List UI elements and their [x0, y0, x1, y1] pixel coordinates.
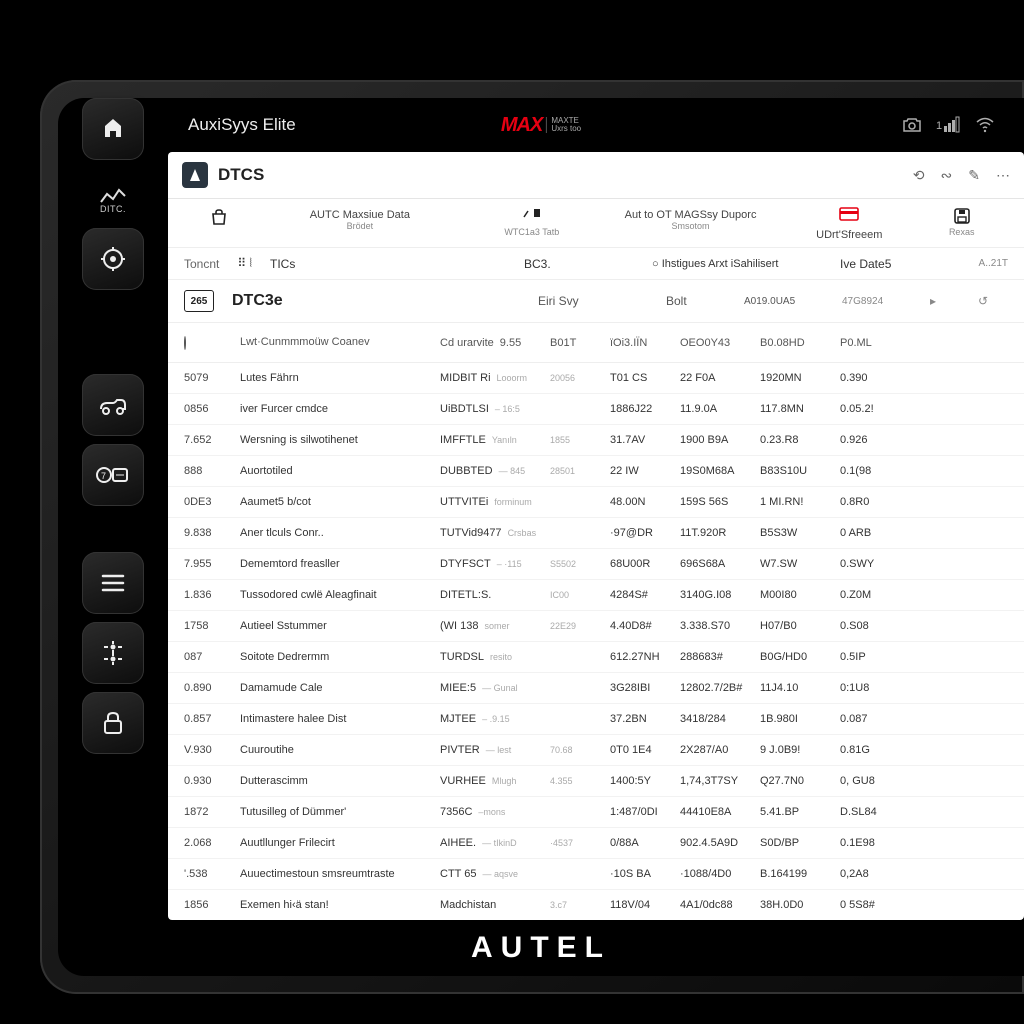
summary-col-2[interactable]: WTC1a3 Tatb: [466, 207, 598, 237]
brand-red-text: MAX: [501, 114, 542, 137]
bag-icon: [209, 207, 229, 227]
wifi-icon: [976, 116, 994, 134]
brand-logo: MAX MAXTEUxrs too: [501, 114, 581, 137]
summary-row: AUTC Maxsiue Data Brödet WTC1a3 Tatb Aut…: [168, 199, 1024, 248]
card-red-icon: [839, 207, 859, 227]
select-all-icon[interactable]: [184, 336, 186, 350]
tool-edit-icon[interactable]: ✎: [968, 167, 980, 184]
save-icon: [953, 207, 971, 227]
bezel: AuxiSyys Elite MAX MAXTEUxrs too 1: [58, 98, 1024, 976]
th-3[interactable]: B01T: [550, 337, 610, 349]
data-table: Lwt·Cunmmmoüw Coanev Cd urarvite9.55 B01…: [168, 323, 1024, 920]
chart-small-icon: [522, 207, 542, 227]
tool-more-icon[interactable]: ⋯: [996, 167, 1010, 184]
summary-col-3[interactable]: Aut to OT MAGSsy Duporc Smsotom: [598, 207, 783, 231]
svg-text:1: 1: [936, 120, 942, 132]
sidebar-vehicle-button[interactable]: [82, 374, 144, 436]
screen: DTCS ⟲ ∾ ✎ ⋯ AUTC Maxsiue: [168, 152, 1024, 920]
th-desc[interactable]: Lwt·Cunmmmoüw Coanev: [240, 336, 440, 348]
sidebar-menu-button[interactable]: [82, 552, 144, 614]
table-row[interactable]: 1872Tutusilleg of Dümmer'7356C–mons1:487…: [168, 797, 1024, 828]
device-frame: AuxiSyys Elite MAX MAXTEUxrs too 1: [40, 80, 1024, 994]
filter-label: Toncnt: [184, 257, 219, 271]
table-row[interactable]: 0DE3Aaumet5 b/cotUTTVITEiforminum48.00N1…: [168, 487, 1024, 518]
header-tools: ⟲ ∾ ✎ ⋯: [913, 167, 1010, 184]
table-row[interactable]: 1.836Tussodored cwlë AleagfinaitDITETL:S…: [168, 580, 1024, 611]
sidebar-dtc-button[interactable]: DITC.: [98, 168, 128, 214]
th-5[interactable]: OEO0Y43: [680, 337, 760, 349]
filter-v2: BC3.: [524, 257, 634, 271]
table-row[interactable]: 087Soitote DedrermmTURDSLresito612.27NH2…: [168, 642, 1024, 673]
summary-col-0[interactable]: [184, 207, 254, 227]
table-row[interactable]: 888AuortotiledDUBBTED— 8452850122 IW19S0…: [168, 456, 1024, 487]
sidebar-settings-button[interactable]: [82, 622, 144, 684]
sidebar-lock-button[interactable]: [82, 692, 144, 754]
summary-col-5[interactable]: Rexas: [915, 207, 1008, 237]
footer-brand: AUTEL: [58, 920, 1024, 976]
section-title: DTC3e: [232, 292, 283, 310]
status-icons: 1: [902, 116, 994, 134]
svg-text:7: 7: [101, 471, 106, 481]
table-row[interactable]: 0856iver Furcer cmdceUiBDTLSI– 16:51886J…: [168, 394, 1024, 425]
top-bar: AuxiSyys Elite MAX MAXTEUxrs too 1: [58, 98, 1024, 152]
signal-icon: 1: [936, 116, 962, 134]
section-header: 265 DTC3e Eiri Svy Bolt A019.0UA5 47G892…: [168, 280, 1024, 323]
table-row[interactable]: 9.838Aner tlculs Conr..TUTVid9477Crsbas·…: [168, 518, 1024, 549]
h4-c6: 47G8924: [842, 296, 912, 307]
h4-c4: Bolt: [666, 294, 726, 308]
tool-link-icon[interactable]: ∾: [941, 167, 953, 184]
table-row[interactable]: 1856Exemen hi‹ä stan!Madchistan3.c7118V/…: [168, 890, 1024, 920]
table-row[interactable]: 0.890Damamude CaleMIEE:5— Gunal3G28IBI12…: [168, 673, 1024, 704]
summary-col-1[interactable]: AUTC Maxsiue Data Brödet: [254, 207, 466, 231]
h4-arrow-2[interactable]: ↺: [978, 294, 1008, 308]
page-icon: [182, 162, 208, 188]
table-row[interactable]: '.538Auuectimestoun smsreumtrasteCTT 65—…: [168, 859, 1024, 890]
table-row[interactable]: 7.652Wersning is silwotihenetIMFFTLEYanı…: [168, 425, 1024, 456]
th-4[interactable]: ïOi3.IÏN: [610, 337, 680, 349]
th-7[interactable]: P0.ML: [840, 337, 906, 349]
summary-col-4[interactable]: UDrt'Sfreeem: [783, 207, 915, 241]
filter-v1[interactable]: TICs: [270, 257, 295, 271]
device-title: AuxiSyys Elite: [188, 115, 296, 135]
table-row[interactable]: 5079Lutes FährnMIDBIT RiLooorm20056T01 C…: [168, 363, 1024, 394]
h4-arrow-1[interactable]: ▸: [930, 294, 960, 308]
filter-row: Toncnt ⠿ ⦚ TICs BC3. ○ Ihstigues Arxt iS…: [168, 248, 1024, 280]
sidebar-counter-button[interactable]: 7: [82, 444, 144, 506]
table-row[interactable]: 0.857Intimastere halee DistMJTEE– .9.153…: [168, 704, 1024, 735]
filter-v0[interactable]: ⠿ ⦚: [237, 256, 252, 271]
sidebar-target-button[interactable]: [82, 228, 144, 290]
tool-refresh-icon[interactable]: ⟲: [913, 167, 925, 184]
h4-c2: Eiri Svy: [538, 294, 648, 308]
filter-v3: ○ Ihstigues Arxt iSahilisert: [652, 258, 822, 270]
table-row[interactable]: 2.068Auutllunger FrilecirtAIHEE.— tIkinD…: [168, 828, 1024, 859]
filter-v5: A..21T: [948, 258, 1008, 269]
filter-v4: Ive Date5: [840, 257, 930, 271]
page-title: DTCS: [218, 165, 264, 185]
page-header: DTCS ⟲ ∾ ✎ ⋯: [168, 152, 1024, 199]
sidebar: DITC. 7: [58, 152, 168, 920]
table-row[interactable]: 1758Autieel Sstummer(WI 138somer22E294.4…: [168, 611, 1024, 642]
h4-c5: A019.0UA5: [744, 296, 824, 307]
table-row[interactable]: 0.930DutterascimmVURHEEMlugh4.3551400:5Y…: [168, 766, 1024, 797]
th-6[interactable]: B0.08HD: [760, 337, 840, 349]
table-row[interactable]: V.930CuuroutihePIVTER— lest70.680T0 1E42…: [168, 735, 1024, 766]
camera-icon: [902, 116, 922, 134]
brand-sub-text: MAXTEUxrs too: [546, 117, 581, 133]
count-box: 265: [184, 290, 214, 312]
table-header: Lwt·Cunmmmoüw Coanev Cd urarvite9.55 B01…: [168, 323, 1024, 363]
table-row[interactable]: 7.955Dememtord freasllerDTYFSCT– ·115S55…: [168, 549, 1024, 580]
